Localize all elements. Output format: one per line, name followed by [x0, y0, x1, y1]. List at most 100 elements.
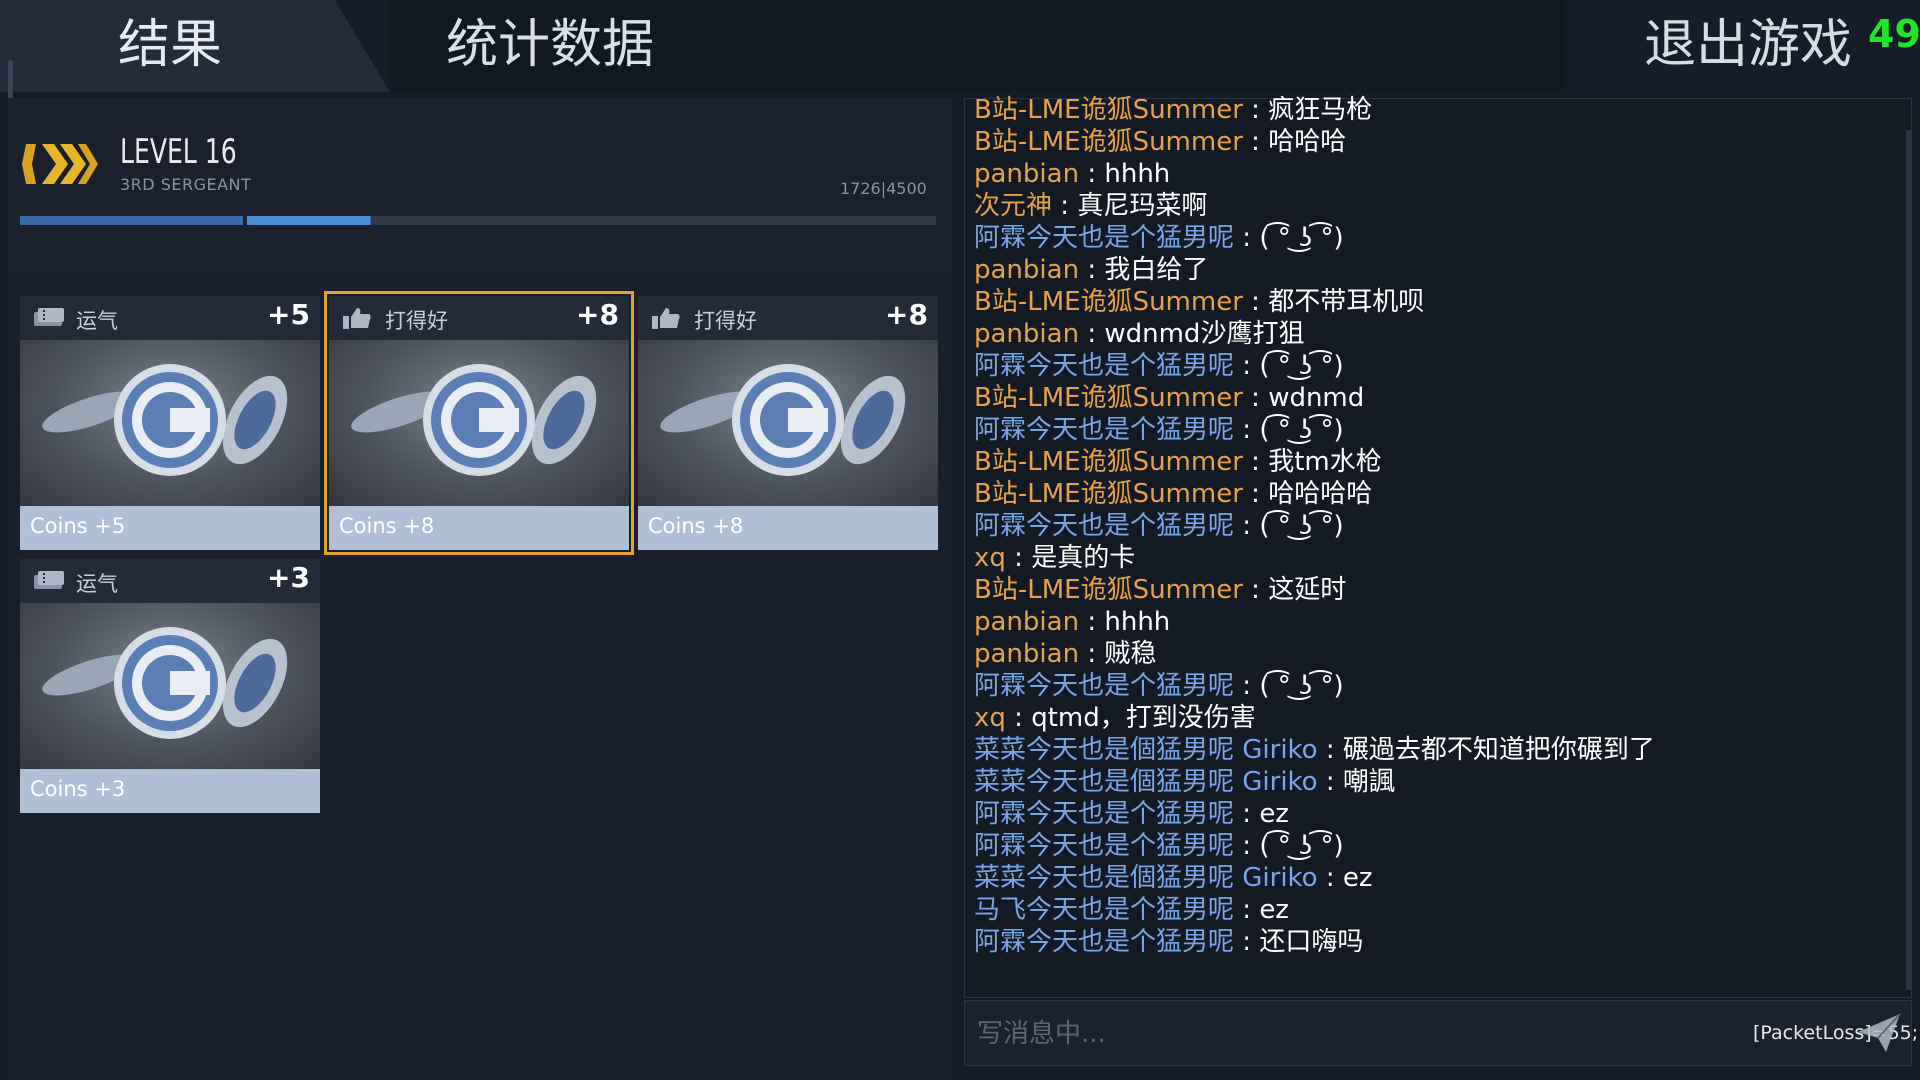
- chat-sender[interactable]: 阿霖今天也是个猛男呢: [974, 511, 1234, 541]
- card-category: 打得好: [385, 309, 448, 333]
- chat-separator: :: [1242, 287, 1269, 317]
- chat-message: panbian : hhhh: [974, 158, 1874, 190]
- chat-sender[interactable]: B站-LME诡狐Summer: [974, 95, 1243, 125]
- card-reward: Coins +3: [20, 769, 320, 813]
- chat-separator: :: [1234, 511, 1260, 541]
- tab-statistics-label: 统计数据: [446, 15, 655, 75]
- chat-sender[interactable]: B站-LME诡狐Summer: [974, 479, 1243, 509]
- reward-text: Coins +3: [30, 777, 126, 801]
- chat-sender[interactable]: panbian: [974, 255, 1079, 285]
- chat-text: 疯狂马枪: [1268, 95, 1373, 125]
- xp-segment-divider: [243, 216, 247, 225]
- chat-sender[interactable]: 阿霖今天也是个猛男呢: [974, 671, 1234, 701]
- chat-separator: :: [1234, 671, 1260, 701]
- chat-text: ez: [1259, 799, 1289, 829]
- chat-text: 贼稳: [1104, 639, 1157, 669]
- card-header: 打得好 +8: [638, 296, 938, 340]
- chat-message: panbian : 贼稳: [974, 638, 1874, 670]
- chat-sender[interactable]: 阿霖今天也是个猛男呢: [974, 927, 1234, 957]
- coin-image: [42, 627, 288, 739]
- chat-sender[interactable]: panbian: [974, 639, 1079, 669]
- chat-separator: :: [1079, 255, 1105, 285]
- chat-message: 阿霖今天也是个猛男呢 : ( ͡° ͜ʖ ͡°): [974, 350, 1874, 382]
- chat-sender[interactable]: 阿霖今天也是个猛男呢: [974, 831, 1234, 861]
- card-image: 菜菜今天也是個猛男呢: [329, 340, 629, 506]
- chat-sender[interactable]: 次元神: [974, 191, 1052, 221]
- tab-results[interactable]: 结果: [0, 0, 390, 92]
- coin-image: [351, 364, 597, 476]
- thumbs-up-icon: [341, 306, 375, 330]
- chat-text: wdnmd: [1268, 383, 1365, 413]
- card-category: 运气: [76, 572, 118, 596]
- chat-message: 菜菜今天也是個猛男呢 Giriko : 嘲諷: [974, 766, 1874, 798]
- reward-text: Coins +8: [648, 514, 744, 538]
- chat-sender[interactable]: B站-LME诡狐Summer: [974, 287, 1243, 317]
- send-icon[interactable]: [1856, 1010, 1902, 1056]
- chat-separator: :: [1317, 863, 1343, 893]
- top-bar: 结果 统计数据 退出游戏 49: [0, 0, 1920, 94]
- chat-message: xq : 是真的卡: [974, 542, 1874, 574]
- chat-text: ( ͡° ͜ʖ ͡°): [1259, 511, 1344, 541]
- chat-sender[interactable]: xq: [974, 543, 1006, 573]
- chat-sender[interactable]: 菜菜今天也是個猛男呢 Giriko: [974, 863, 1318, 893]
- tab-statistics[interactable]: 统计数据: [390, 0, 1565, 92]
- chat-separator: :: [1242, 127, 1269, 157]
- chat-text: 还口嗨吗: [1259, 927, 1364, 957]
- chat-separator: :: [1317, 767, 1343, 797]
- chat-sender[interactable]: panbian: [974, 319, 1079, 349]
- chat-message: 阿霖今天也是个猛男呢 : ( ͡° ͜ʖ ͡°): [974, 414, 1874, 446]
- chat-text: ( ͡° ͜ʖ ͡°): [1259, 415, 1344, 445]
- chat-sender[interactable]: B站-LME诡狐Summer: [974, 127, 1243, 157]
- award-card[interactable]: 运气 +3 xq Coins +3: [20, 559, 320, 813]
- chat-sender[interactable]: panbian: [974, 159, 1079, 189]
- card-image: 马飞今天也是个猛男呢: [20, 340, 320, 506]
- card-reward: Coins +5: [20, 506, 320, 550]
- chat-sender[interactable]: xq: [974, 703, 1006, 733]
- chat-log: B站-LME诡狐Summer : 疯狂马枪 B站-LME诡狐Summer : 哈哈…: [974, 94, 1874, 958]
- coin-image: [42, 364, 288, 476]
- award-card[interactable]: 打得好 +8 阿霖今天也是个猛男呢 Coins +8: [638, 296, 938, 550]
- chat-sender[interactable]: B站-LME诡狐Summer: [974, 575, 1243, 605]
- chat-text: 哈哈哈哈: [1268, 479, 1373, 509]
- chat-message-input[interactable]: [975, 1013, 1679, 1055]
- chat-sender[interactable]: 阿霖今天也是个猛男呢: [974, 415, 1234, 445]
- chat-separator: :: [1234, 351, 1260, 381]
- award-card[interactable]: 运气 +5 马飞今天也是个猛男呢 Coins +5: [20, 296, 320, 550]
- chat-text: hhhh: [1104, 607, 1171, 637]
- chat-text: 真尼玛菜啊: [1077, 191, 1208, 221]
- chat-separator: :: [1242, 383, 1269, 413]
- coin-image: [660, 364, 906, 476]
- ticket-icon: [32, 306, 66, 330]
- card-header: 运气 +3: [20, 559, 320, 603]
- thumbs-up-icon: [650, 306, 684, 330]
- rank-chevron-icon: [22, 144, 98, 184]
- xp-gain-fill: [245, 216, 370, 225]
- chat-sender[interactable]: 马飞今天也是个猛男呢: [974, 895, 1234, 925]
- chat-sender[interactable]: B站-LME诡狐Summer: [974, 383, 1243, 413]
- card-reward: Coins +8: [638, 506, 938, 550]
- chat-sender[interactable]: B站-LME诡狐Summer: [974, 447, 1243, 477]
- chat-separator: :: [1005, 703, 1032, 733]
- card-image: xq: [20, 603, 320, 769]
- chat-text: wdnmd沙鹰打狙: [1104, 319, 1305, 349]
- chat-text: ez: [1259, 895, 1289, 925]
- xp-counter: 1726|4500: [840, 179, 927, 198]
- chat-text: ez: [1342, 863, 1373, 893]
- chat-message: B站-LME诡狐Summer : 疯狂马枪: [974, 94, 1874, 126]
- chat-sender[interactable]: 阿霖今天也是个猛男呢: [974, 223, 1234, 253]
- chat-sender[interactable]: 菜菜今天也是個猛男呢 Giriko: [974, 735, 1318, 765]
- tab-results-label: 结果: [118, 15, 223, 75]
- chat-message: panbian : 我白给了: [974, 254, 1874, 286]
- chat-sender[interactable]: 阿霖今天也是个猛男呢: [974, 351, 1234, 381]
- chat-text: ( ͡° ͜ʖ ͡°): [1259, 671, 1344, 701]
- card-header: 打得好 +8: [329, 296, 629, 340]
- chat-message: xq : qtmd，打到没伤害: [974, 702, 1874, 734]
- chat-sender[interactable]: 菜菜今天也是個猛男呢 Giriko: [974, 767, 1318, 797]
- chat-separator: :: [1079, 319, 1105, 349]
- chat-scrollbar[interactable]: [1906, 130, 1912, 990]
- chat-sender[interactable]: panbian: [974, 607, 1079, 637]
- chat-text: ( ͡° ͜ʖ ͡°): [1259, 351, 1344, 381]
- award-card[interactable]: 打得好 +8 菜菜今天也是個猛男呢 Coins +8: [324, 291, 634, 555]
- chat-sender[interactable]: 阿霖今天也是个猛男呢: [974, 799, 1234, 829]
- chat-separator: :: [1005, 543, 1032, 573]
